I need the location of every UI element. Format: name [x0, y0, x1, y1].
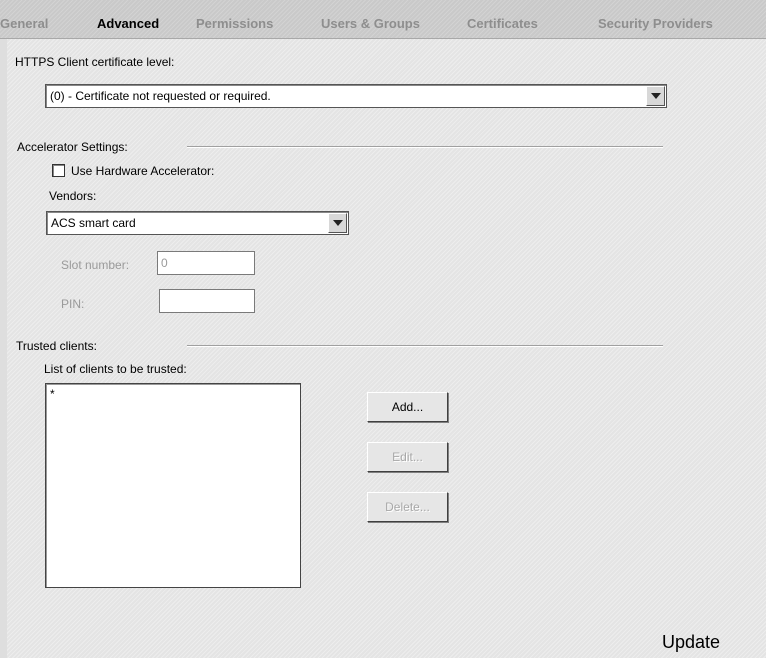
pin-field[interactable] — [159, 289, 255, 313]
tab-permissions[interactable]: Permissions — [196, 16, 273, 31]
list-item[interactable]: * — [50, 387, 55, 401]
vendors-select[interactable]: ACS smart card — [46, 211, 349, 235]
tab-certificates[interactable]: Certificates — [467, 16, 538, 31]
pin-input[interactable] — [160, 290, 254, 312]
https-cert-level-select[interactable]: (0) - Certificate not requested or requi… — [45, 84, 667, 108]
trusted-clients-label: Trusted clients: — [16, 339, 97, 353]
slot-number-field[interactable] — [157, 251, 255, 275]
tab-bar: General Advanced Permissions Users & Gro… — [0, 0, 766, 39]
edit-button[interactable]: Edit... — [367, 442, 448, 472]
add-button[interactable]: Add... — [367, 392, 448, 422]
trusted-clients-separator — [187, 345, 663, 347]
use-hardware-accelerator-checkbox[interactable] — [52, 164, 65, 177]
tab-general[interactable]: General — [0, 16, 48, 31]
accelerator-separator — [187, 146, 663, 148]
pin-label: PIN: — [61, 297, 85, 311]
https-cert-level-label: HTTPS Client certificate level: — [15, 55, 175, 69]
slot-number-input[interactable] — [158, 252, 254, 274]
tab-users-groups[interactable]: Users & Groups — [321, 16, 420, 31]
vendors-value: ACS smart card — [51, 216, 136, 230]
dropdown-arrow-icon[interactable] — [646, 86, 665, 106]
tab-advanced[interactable]: Advanced — [97, 16, 159, 31]
https-cert-level-value: (0) - Certificate not requested or requi… — [50, 89, 271, 103]
accelerator-settings-label: Accelerator Settings: — [17, 140, 128, 154]
update-button[interactable]: Update — [662, 632, 720, 653]
clients-list-label: List of clients to be trusted: — [44, 362, 187, 376]
tab-security-providers[interactable]: Security Providers — [598, 16, 713, 31]
use-hardware-accelerator-label: Use Hardware Accelerator: — [71, 164, 215, 178]
delete-button[interactable]: Delete... — [367, 492, 448, 522]
slot-number-label: Slot number: — [61, 258, 130, 272]
dropdown-arrow-icon[interactable] — [328, 213, 347, 233]
vendors-label: Vendors: — [49, 189, 97, 203]
trusted-clients-list[interactable]: * — [45, 383, 301, 588]
